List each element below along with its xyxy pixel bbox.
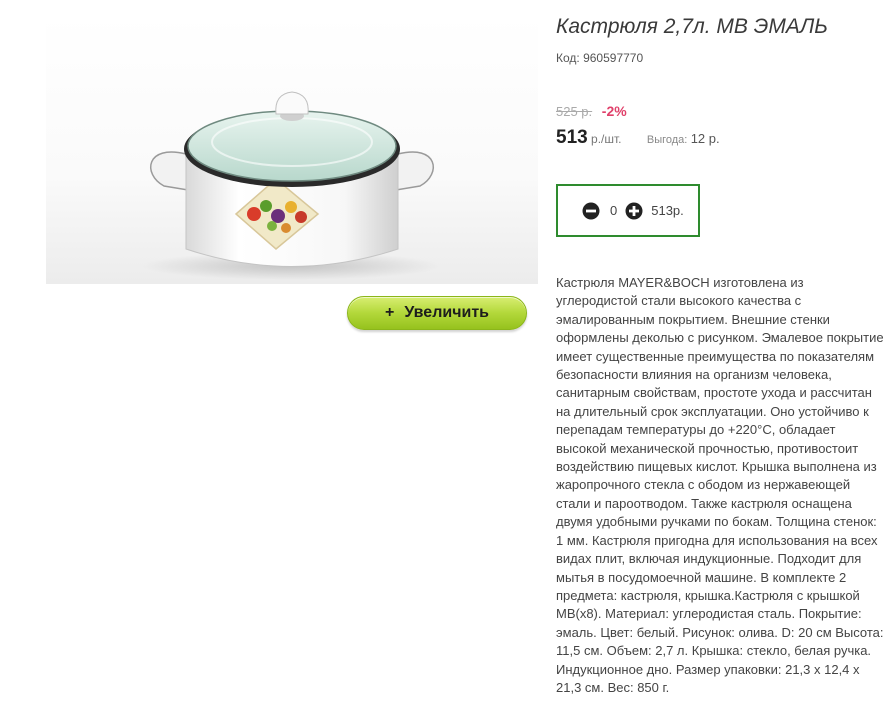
discount-badge: -2% [601, 103, 627, 119]
current-price: 513 [556, 127, 588, 148]
product-description: Кастрюля MAYER&BOCH изготовлена из углер… [556, 275, 884, 695]
zoom-button-label: Увеличить [404, 304, 489, 321]
saving-label: Выгода: [646, 134, 688, 146]
product-title: Кастрюля 2,7л. MB ЭМАЛЬ [556, 15, 828, 38]
plus-icon: + [384, 304, 395, 321]
saving-value: 12 р. [690, 131, 720, 146]
saucepan-illustration [141, 91, 441, 280]
zoom-button[interactable]: + Увеличить [347, 296, 527, 330]
minus-circle-icon[interactable] [582, 202, 600, 220]
plus-circle-icon[interactable] [625, 202, 643, 220]
quantity-total: 513р. [651, 203, 684, 218]
product-code: Код: 960597770 [556, 51, 644, 65]
price-unit: р./шт. [591, 132, 622, 146]
quantity-count: 0 [610, 203, 618, 218]
old-price: 525 р. [556, 104, 593, 119]
old-price-row: 525 р. -2% [556, 103, 627, 119]
price-row: 513 р./шт. Выгода: 12 р. [556, 127, 720, 149]
quantity-stepper: 0 513р. [556, 184, 700, 237]
product-image[interactable] [46, 14, 538, 284]
